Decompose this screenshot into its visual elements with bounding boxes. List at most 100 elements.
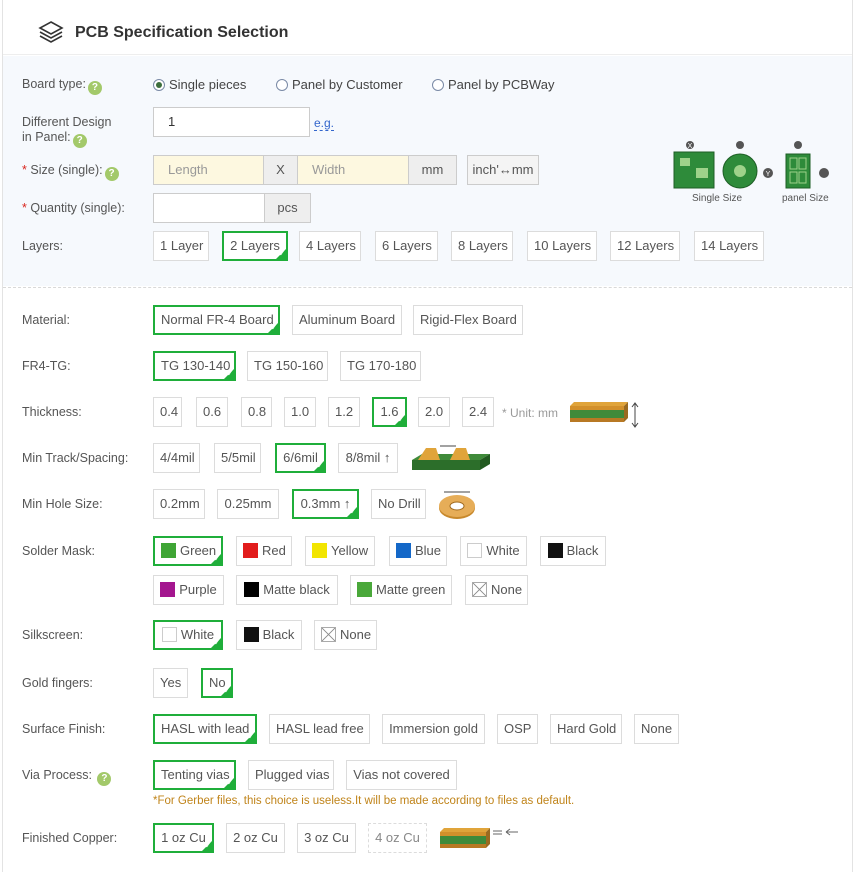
hole-size-image (439, 491, 475, 519)
mask-option-yellow[interactable]: Yellow (305, 536, 375, 566)
mask-option-purple[interactable]: Purple (153, 575, 224, 605)
page-title: PCB Specification Selection (75, 24, 289, 41)
via-option-not-covered[interactable]: Vias not covered (346, 760, 457, 790)
material-option-fr4[interactable]: Normal FR-4 Board ✓ (153, 305, 280, 335)
mask-option-green[interactable]: Green ✓ (153, 536, 223, 566)
layer-option-4[interactable]: 4 Layers (299, 231, 361, 261)
hole-option-0-3[interactable]: 0.3mm ↑ ✓ (292, 489, 359, 519)
hole-option-no-drill[interactable]: No Drill (371, 489, 426, 519)
mask-option-matte-black[interactable]: Matte black (236, 575, 338, 605)
width-input[interactable]: Width (297, 155, 409, 185)
gold-fingers-no[interactable]: No ✓ (201, 668, 233, 698)
layer-option-10[interactable]: 10 Layers (527, 231, 597, 261)
radio-panel-by-pcbway[interactable]: Panel by PCBWay (432, 77, 554, 92)
finish-option-hasl-lead[interactable]: HASL with lead ✓ (153, 714, 257, 744)
color-swatch (547, 543, 563, 558)
example-link[interactable]: e.g. (314, 117, 335, 131)
material-option-aluminum[interactable]: Aluminum Board (292, 305, 402, 335)
layers-stack-icon (38, 21, 64, 43)
mask-option-matte-green[interactable]: Matte green (350, 575, 452, 605)
mask-option-blue[interactable]: Blue (389, 536, 447, 566)
color-swatch (396, 543, 411, 558)
mask-option-black[interactable]: Black (540, 536, 606, 566)
mask-option-red[interactable]: Red (236, 536, 292, 566)
no-color-icon (321, 627, 336, 642)
size-diagram-image: X Y (673, 141, 829, 189)
thickness-option-0-6[interactable]: 0.6 (196, 397, 228, 427)
radio-dot-icon (432, 79, 444, 91)
copper-option-4oz[interactable]: 4 oz Cu (368, 823, 427, 853)
silk-option-white[interactable]: White ✓ (153, 620, 223, 650)
fr4-tg-label: FR4-TG: (22, 359, 71, 373)
track-option-6-6[interactable]: 6/6mil ✓ (275, 443, 326, 473)
finished-copper-label: Finished Copper: (22, 831, 118, 845)
radio-dot-icon (153, 79, 165, 91)
svg-text:X: X (688, 143, 693, 150)
via-process-label: Via Process: ? (22, 768, 112, 786)
help-icon[interactable]: ? (72, 134, 87, 148)
track-option-4-4[interactable]: 4/4mil (153, 443, 200, 473)
color-swatch (161, 543, 176, 558)
thickness-option-1-0[interactable]: 1.0 (284, 397, 316, 427)
size-x-separator: X (263, 155, 298, 185)
quantity-label: * Quantity (single): (22, 201, 125, 215)
track-option-5-5[interactable]: 5/5mil (214, 443, 261, 473)
help-icon[interactable]: ? (97, 772, 112, 786)
finish-option-osp[interactable]: OSP (497, 714, 538, 744)
layers-label: Layers: (22, 239, 63, 253)
thickness-option-2-0[interactable]: 2.0 (418, 397, 450, 427)
length-input[interactable]: Length (153, 155, 264, 185)
mask-option-white[interactable]: White (460, 536, 527, 566)
quantity-unit-label: pcs (264, 193, 311, 223)
single-size-caption: Single Size (692, 193, 743, 204)
copper-option-1oz[interactable]: 1 oz Cu ✓ (153, 823, 214, 853)
surface-finish-label: Surface Finish: (22, 722, 106, 736)
radio-single-pieces[interactable]: Single pieces (153, 77, 246, 92)
track-spacing-image (412, 445, 490, 470)
color-swatch (243, 543, 258, 558)
hole-option-0-25[interactable]: 0.25mm (217, 489, 279, 519)
silk-option-black[interactable]: Black (236, 620, 302, 650)
hole-option-0-2[interactable]: 0.2mm (153, 489, 205, 519)
tg-option-170-180[interactable]: TG 170-180 (340, 351, 421, 381)
inch-mm-convert-button[interactable]: inch'↔mm (467, 155, 539, 185)
thickness-option-0-8[interactable]: 0.8 (241, 397, 272, 427)
tg-option-130-140[interactable]: TG 130-140 ✓ (153, 351, 236, 381)
help-icon[interactable]: ? (87, 81, 102, 95)
copper-option-2oz[interactable]: 2 oz Cu (226, 823, 285, 853)
via-option-plugged[interactable]: Plugged vias (248, 760, 334, 790)
layer-option-2[interactable]: 2 Layers ✓ (222, 231, 288, 261)
copper-option-3oz[interactable]: 3 oz Cu (297, 823, 356, 853)
radio-panel-by-customer[interactable]: Panel by Customer (276, 77, 403, 92)
mask-option-none[interactable]: None (465, 575, 528, 605)
layer-option-14[interactable]: 14 Layers (694, 231, 764, 261)
color-swatch (312, 543, 327, 558)
silk-option-none[interactable]: None (314, 620, 377, 650)
material-label: Material: (22, 313, 70, 327)
finish-option-immersion-gold[interactable]: Immersion gold (382, 714, 485, 744)
finish-option-none[interactable]: None (634, 714, 679, 744)
size-unit-label: mm (408, 155, 457, 185)
thickness-option-2-4[interactable]: 2.4 (462, 397, 494, 427)
gold-fingers-yes[interactable]: Yes (153, 668, 188, 698)
layer-option-8[interactable]: 8 Layers (451, 231, 513, 261)
finish-option-hard-gold[interactable]: Hard Gold (550, 714, 622, 744)
thickness-option-1-6[interactable]: 1.6 ✓ (372, 397, 407, 427)
min-hole-label: Min Hole Size: (22, 497, 103, 511)
help-icon[interactable]: ? (104, 167, 119, 181)
thickness-option-1-2[interactable]: 1.2 (328, 397, 360, 427)
solder-mask-label: Solder Mask: (22, 544, 95, 558)
finish-option-hasl-lead-free[interactable]: HASL lead free (269, 714, 370, 744)
track-option-8-8[interactable]: 8/8mil ↑ (338, 443, 398, 473)
design-in-panel-input[interactable]: 1 (153, 107, 310, 137)
layer-option-12[interactable]: 12 Layers (610, 231, 680, 261)
board-type-label: Board type:? (22, 77, 102, 95)
thickness-option-0-4[interactable]: 0.4 (153, 397, 182, 427)
via-option-tenting[interactable]: Tenting vias ✓ (153, 760, 236, 790)
layer-option-1[interactable]: 1 Layer (153, 231, 209, 261)
tg-option-150-160[interactable]: TG 150-160 (247, 351, 328, 381)
svg-text:Y: Y (766, 171, 771, 178)
layer-option-6[interactable]: 6 Layers (375, 231, 438, 261)
quantity-input[interactable] (153, 193, 265, 223)
material-option-rigid-flex[interactable]: Rigid-Flex Board (413, 305, 523, 335)
